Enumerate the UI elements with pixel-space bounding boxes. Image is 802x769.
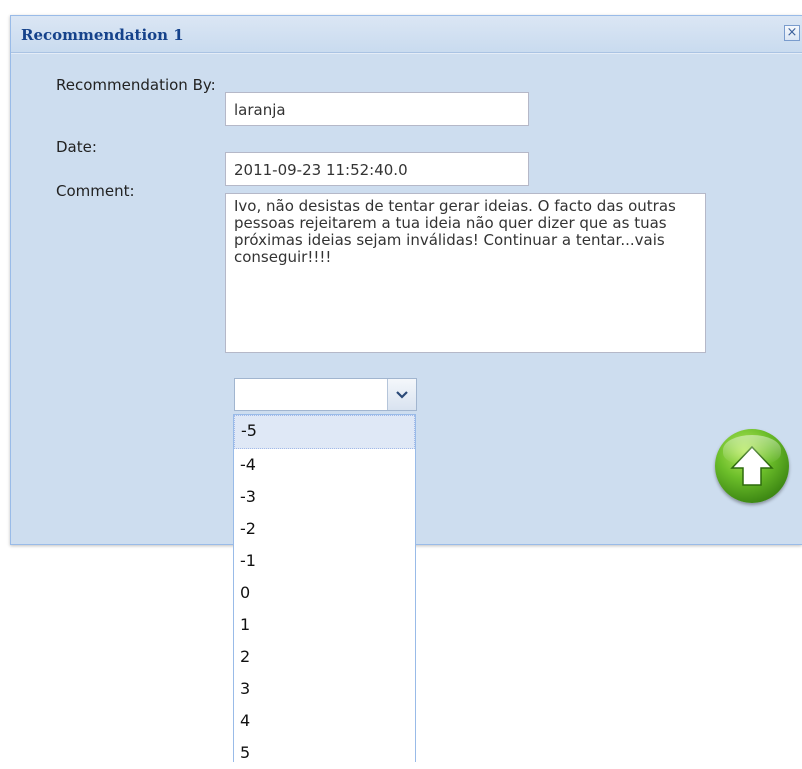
rating-option[interactable]: -2 (234, 513, 415, 545)
up-arrow-icon (730, 445, 774, 486)
rating-option[interactable]: 0 (234, 577, 415, 609)
date-field[interactable]: 2011-09-23 11:52:40.0 (225, 152, 529, 186)
recommendation-by-label: Recommendation By: (56, 76, 216, 94)
rating-option[interactable]: -5 (234, 415, 415, 449)
close-button[interactable]: × (784, 25, 800, 41)
close-icon: × (786, 25, 798, 40)
rating-option[interactable]: 4 (234, 705, 415, 737)
submit-button[interactable] (715, 429, 789, 503)
rating-option[interactable]: 2 (234, 641, 415, 673)
rating-option[interactable]: -4 (234, 449, 415, 481)
rating-option[interactable]: 3 (234, 673, 415, 705)
comment-textarea[interactable]: Ivo, não desistas de tentar gerar ideias… (225, 193, 706, 353)
date-label: Date: (56, 138, 97, 156)
comment-label: Comment: (56, 182, 135, 200)
window-title-bar[interactable]: Recommendation 1 × (11, 16, 802, 53)
rating-option[interactable]: -3 (234, 481, 415, 513)
recommendation-by-field[interactable]: laranja (225, 92, 529, 126)
chevron-down-icon (396, 390, 408, 399)
rating-option[interactable]: 1 (234, 609, 415, 641)
rating-option[interactable]: 5 (234, 737, 415, 769)
rating-dropdown-list: -5 -4 -3 -2 -1 0 1 2 3 4 5 (233, 414, 416, 762)
rating-option[interactable]: -1 (234, 545, 415, 577)
rating-combo-trigger[interactable] (387, 379, 416, 410)
rating-combo[interactable] (234, 378, 417, 411)
window-title: Recommendation 1 (21, 26, 184, 44)
